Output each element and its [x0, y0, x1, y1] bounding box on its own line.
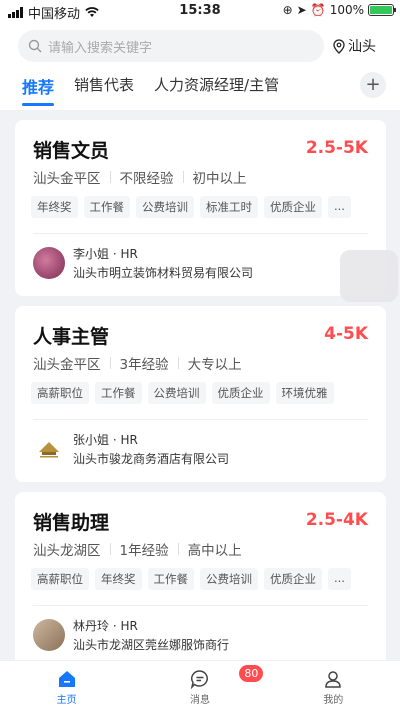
tab-hr-manager[interactable]: 人力资源经理/主管: [154, 74, 279, 104]
location-label: 汕头: [348, 39, 376, 55]
location-selector[interactable]: 汕头: [333, 36, 376, 56]
profile-icon: [325, 671, 342, 688]
company-name: 汕头市龙湖区莞丝娜服饰商行: [73, 638, 230, 652]
job-meta: 汕头金平区 不限经验 初中以上: [33, 167, 247, 187]
battery-percent: 100%: [329, 3, 364, 17]
job-tag: 工作餐: [83, 196, 130, 218]
tab-home-label: 主页: [56, 695, 77, 706]
tab-profile-label: 我的: [323, 695, 344, 706]
battery-icon: [368, 4, 396, 16]
job-location: 汕头金平区: [33, 357, 101, 373]
plus-icon: +: [365, 74, 381, 95]
job-tag: 公费培训: [136, 196, 194, 218]
job-title: 销售文员: [33, 140, 110, 162]
recruiter-name: 李小姐 · HR: [73, 247, 138, 261]
job-tag: 优质企业: [264, 196, 322, 218]
location-arrow-icon: ➤: [296, 3, 307, 17]
recruiter-name: 张小姐 · HR: [73, 433, 138, 447]
job-tag: 高薪职位: [31, 568, 89, 590]
job-salary: 2.5-5K: [305, 138, 368, 158]
recruiter-name: 林丹玲 · HR: [73, 619, 138, 633]
divider: [33, 233, 368, 234]
job-education: 高中以上: [187, 543, 242, 559]
job-tag: 优质企业: [211, 382, 270, 404]
job-tag-more: ...: [328, 196, 351, 218]
avatar: [33, 247, 65, 279]
home-icon: [58, 671, 75, 687]
job-experience: 3年经验: [119, 357, 169, 373]
tab-home[interactable]: 主页: [0, 661, 133, 710]
search-placeholder: 请输入搜索关键字: [48, 40, 153, 56]
job-tag: 标准工时: [200, 196, 258, 218]
job-location: 汕头金平区: [33, 171, 101, 187]
job-salary: 2.5-4K: [305, 510, 368, 530]
job-card[interactable]: 销售文员 2.5-5K 汕头金平区 不限经验 初中以上 年终奖 工作餐 公费培训…: [15, 120, 386, 296]
message-icon: [190, 670, 208, 689]
tab-sales-rep[interactable]: 销售代表: [74, 74, 134, 104]
alarm-icon: ⏰: [310, 3, 326, 17]
company-name: 汕头市明立装饰材料贸易有限公司: [73, 266, 254, 280]
job-tag: 环境优雅: [275, 382, 334, 404]
add-tab-button[interactable]: +: [360, 72, 386, 98]
job-meta: 汕头龙湖区 1年经验 高中以上: [33, 539, 242, 559]
job-salary: 4-5K: [324, 324, 368, 344]
avatar: [33, 619, 65, 651]
job-location: 汕头龙湖区: [33, 543, 101, 559]
job-tag: 年终奖: [31, 196, 78, 218]
assistive-touch-button[interactable]: [340, 250, 398, 302]
job-meta: 汕头金平区 3年经验 大专以上: [33, 353, 242, 373]
unread-badge: 80: [239, 665, 264, 682]
job-education: 初中以上: [192, 171, 247, 187]
recruiter: 李小姐 · HR 汕头市明立装饰材料贸易有限公司: [33, 245, 253, 281]
search-icon: [28, 39, 42, 53]
category-tabs: 推荐 销售代表 人力资源经理/主管: [22, 74, 279, 106]
header: 请输入搜索关键字 汕头 推荐 销售代表 人力资源经理/主管 +: [0, 22, 400, 110]
job-experience: 1年经验: [119, 543, 169, 559]
tab-profile[interactable]: 我的: [267, 661, 400, 710]
company-name: 汕头市骏龙商务酒店有限公司: [73, 452, 230, 466]
job-title: 销售助理: [33, 512, 110, 534]
job-tag: 公费培训: [147, 382, 206, 404]
tab-messages-label: 消息: [189, 695, 210, 706]
job-experience: 不限经验: [119, 171, 174, 187]
job-tag: 公费培训: [200, 568, 258, 590]
job-tags: 年终奖 工作餐 公费培训 标准工时 优质企业 ...: [31, 196, 351, 218]
job-tag: 工作餐: [95, 382, 142, 404]
job-tag: 年终奖: [95, 568, 142, 590]
job-title: 人事主管: [33, 326, 110, 348]
bottom-tab-bar: 主页 消息 80 我的: [0, 660, 400, 710]
location-pin-icon: [333, 38, 345, 54]
job-list: 销售文员 2.5-5K 汕头金平区 不限经验 初中以上 年终奖 工作餐 公费培训…: [15, 120, 386, 678]
divider: [33, 605, 368, 606]
job-card[interactable]: 销售助理 2.5-4K 汕头龙湖区 1年经验 高中以上 高薪职位 年终奖 工作餐…: [15, 492, 386, 668]
job-tags: 高薪职位 年终奖 工作餐 公费培训 优质企业 ...: [31, 568, 351, 590]
job-education: 大专以上: [187, 357, 242, 373]
recruiter: 张小姐 · HR 汕头市骏龙商务酒店有限公司: [33, 431, 229, 467]
job-tag: 工作餐: [147, 568, 194, 590]
job-tag: 高薪职位: [31, 382, 89, 404]
status-bar: 中国移动 15:38 ⊕ ➤ ⏰ 100%: [0, 0, 400, 22]
divider: [33, 419, 368, 420]
job-tags: 高薪职位 工作餐 公费培训 优质企业 环境优雅: [31, 382, 334, 404]
avatar: [33, 433, 65, 465]
job-tag-more: ...: [328, 568, 351, 590]
recruiter: 林丹玲 · HR 汕头市龙湖区莞丝娜服饰商行: [33, 617, 229, 653]
job-card[interactable]: 人事主管 4-5K 汕头金平区 3年经验 大专以上 高薪职位 工作餐 公费培训 …: [15, 306, 386, 482]
hotel-logo-icon: [39, 442, 59, 458]
tab-messages[interactable]: 消息 80: [133, 661, 266, 710]
tab-recommended[interactable]: 推荐: [22, 74, 55, 106]
lock-rotation-icon: ⊕: [282, 3, 293, 17]
job-tag: 优质企业: [264, 568, 322, 590]
search-input[interactable]: 请输入搜索关键字: [18, 30, 324, 62]
